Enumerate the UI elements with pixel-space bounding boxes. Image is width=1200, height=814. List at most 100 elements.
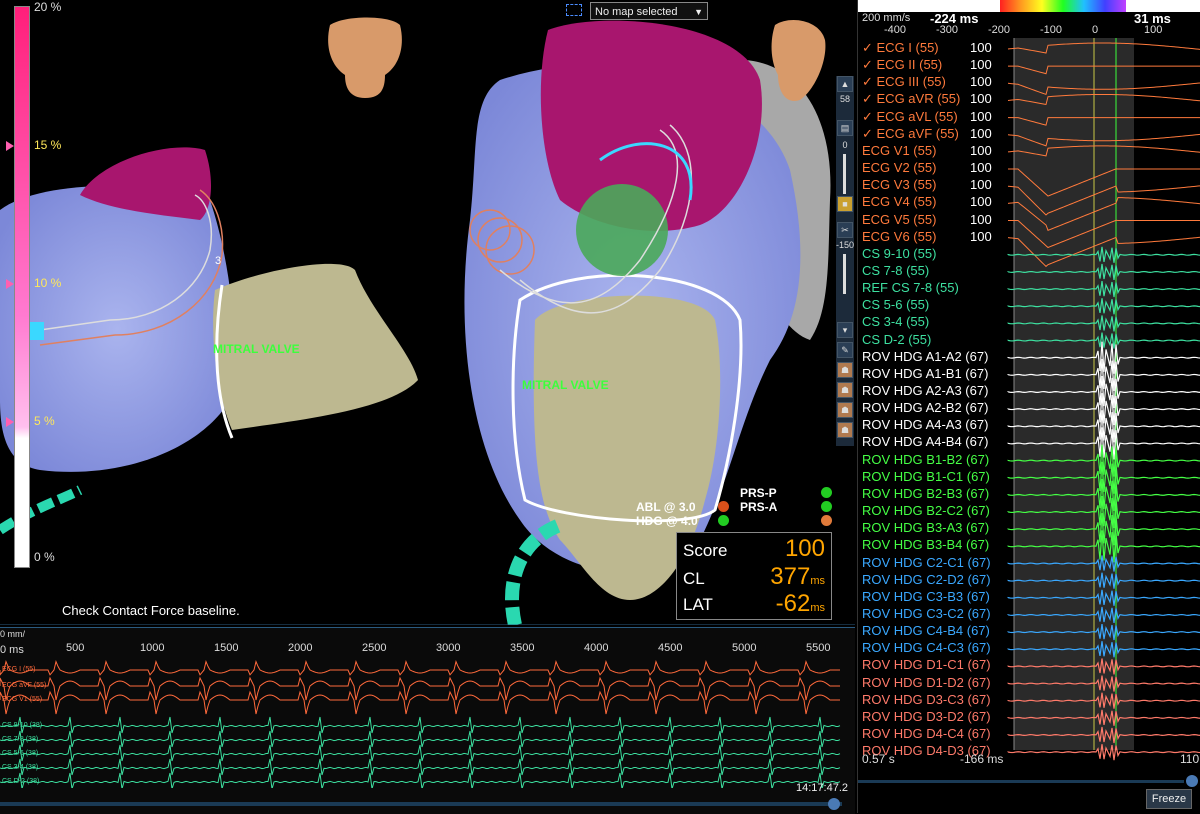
channel-label[interactable]: ROV HDG B2-B3 (67)	[862, 486, 989, 501]
map-viewport[interactable]: 20 % 15 % 10 % 5 % 0 % No map selected ▼…	[0, 0, 855, 625]
prs-a-status-dot	[821, 501, 832, 512]
strip-trace	[0, 730, 841, 748]
strip-ruler-tick: 3000	[436, 642, 461, 654]
scissors-icon[interactable]: ✂	[837, 222, 853, 238]
channel-label[interactable]: ROV HDG C2-D2 (67)	[862, 572, 991, 587]
channel-label[interactable]: ✓ ECG aVL (55)	[862, 109, 958, 125]
channel-label[interactable]: CS 9-10 (55)	[862, 246, 936, 261]
signal-ruler-tick: 100	[1144, 24, 1163, 36]
channel-label[interactable]: CS 7-8 (55)	[862, 263, 929, 278]
channel-label[interactable]: ROV HDG D3-C3 (67)	[862, 692, 991, 707]
channel-label[interactable]: ROV HDG D3-D2 (67)	[862, 709, 991, 724]
torso-orientation-icon[interactable]	[328, 17, 402, 99]
valve-label-right: MITRAL VALVE	[522, 378, 609, 392]
channel-label[interactable]: ROV HDG B3-B4 (67)	[862, 537, 989, 552]
strip-waveforms	[0, 659, 841, 788]
color-range-bar[interactable]	[1000, 0, 1126, 12]
chevron-down-icon[interactable]: ▾	[837, 322, 853, 338]
ablation-sphere	[576, 184, 668, 276]
channel-label[interactable]: ECG V5 (55)	[862, 212, 936, 227]
channel-label[interactable]: ECG V6 (55)	[862, 229, 936, 244]
channel-label[interactable]: ✓ ECG I (55)	[862, 40, 939, 56]
pen-icon[interactable]: ✎	[837, 342, 853, 358]
channel-gain: 100	[970, 57, 992, 73]
channel-label[interactable]: ✓ ECG aVF (55)	[862, 126, 959, 142]
layers-icon[interactable]: ▤	[837, 120, 853, 136]
channel-label[interactable]: ROV HDG B1-C1 (67)	[862, 469, 990, 484]
channel-label[interactable]: ROV HDG C2-C1 (67)	[862, 555, 991, 570]
signal-scrollbar[interactable]	[858, 780, 1184, 783]
lock-icon[interactable]: ■	[837, 196, 853, 212]
channel-label[interactable]: ✓ ECG III (55)	[862, 74, 946, 90]
scale-label-min: 0 %	[34, 550, 55, 564]
channel-label[interactable]: ECG V3 (55)	[862, 177, 936, 192]
zoom-value: 58	[839, 94, 850, 104]
pause-icon[interactable]	[828, 798, 840, 810]
scale-label-max: 20 %	[34, 0, 62, 14]
signal-ruler-tick: -300	[936, 24, 959, 36]
strip-ruler-tick: 2000	[288, 642, 313, 654]
view-toolbar: ▲ 58 ▤ 0 ■ ✂ -150 ▾ ✎ ☗ ☗ ☗ ☗	[836, 76, 854, 446]
channel-label[interactable]: ROV HDG B1-B2 (67)	[862, 452, 989, 467]
channel-gain: 100	[970, 194, 992, 210]
channel-label[interactable]: ROV HDG A1-B1 (67)	[862, 366, 988, 381]
sweep-speed: 200 mm/s	[862, 12, 911, 24]
map-dropdown[interactable]: No map selected ▼	[590, 2, 708, 20]
slider-track[interactable]	[843, 154, 846, 194]
channel-label[interactable]: ✓ ECG II (55)	[862, 57, 942, 73]
channel-label[interactable]: ROV HDG C4-B4 (67)	[862, 623, 990, 638]
strip-timestamp: 14:17:47.2	[796, 782, 848, 794]
channel-label[interactable]: ROV HDG A4-B4 (67)	[862, 434, 988, 449]
strip-ruler-tick: 2500	[362, 642, 387, 654]
slider-bottom-value: -150	[836, 240, 855, 250]
mountain-icon[interactable]: ▲	[837, 76, 853, 92]
strip-ruler-tick: 4500	[658, 642, 683, 654]
strip-scrollbar[interactable]	[0, 802, 842, 806]
pause-icon[interactable]	[1186, 775, 1198, 787]
strip-recording[interactable]: 0 mm/ 0 ms 500 1000 1500 2000 2500 3000 3500 40…	[0, 627, 855, 814]
channel-label[interactable]: ROV HDG C3-C2 (67)	[862, 606, 991, 621]
sheath-left	[0, 485, 83, 535]
scale-label-10: 10 %	[34, 276, 62, 290]
torso-view-icon[interactable]: ☗	[837, 402, 853, 418]
strip-channel-label: CS 7-8 (38)	[2, 736, 39, 743]
channel-label[interactable]: ✓ ECG aVR (55)	[862, 91, 960, 107]
channel-label[interactable]: ROV HDG C3-B3 (67)	[862, 589, 990, 604]
channel-label[interactable]: ROV HDG C4-C3 (67)	[862, 640, 991, 655]
channel-label[interactable]: ROV HDG A2-A3 (67)	[862, 383, 988, 398]
channel-label[interactable]: ROV HDG B3-A3 (67)	[862, 520, 989, 535]
channel-label[interactable]: ROV HDG A1-A2 (67)	[862, 349, 988, 364]
torso-view-icon[interactable]: ☗	[837, 362, 853, 378]
channel-label[interactable]: ROV HDG D1-C1 (67)	[862, 657, 991, 672]
channel-label[interactable]: ROV HDG B2-C2 (67)	[862, 503, 990, 518]
slider-track-2[interactable]	[843, 254, 846, 294]
score-label: Score	[683, 541, 728, 560]
channel-label[interactable]: ECG V1 (55)	[862, 143, 936, 158]
strip-channel-label: ECG V1 (55)	[2, 696, 43, 703]
channel-label[interactable]: ECG V4 (55)	[862, 194, 936, 209]
channel-label[interactable]: ECG V2 (55)	[862, 160, 936, 175]
channel-label[interactable]: CS D-2 (55)	[862, 332, 931, 347]
torso-view-icon[interactable]: ☗	[837, 382, 853, 398]
signal-panel[interactable]: 200 mm/s -224 ms 31 ms -400 -300 -200 -100 0…	[857, 0, 1200, 813]
lat-label: LAT	[683, 595, 713, 614]
channel-label[interactable]: ROV HDG D4-C4 (67)	[862, 726, 991, 741]
channel-label[interactable]: CS 3-4 (55)	[862, 314, 929, 329]
signal-ruler-tick: -400	[884, 24, 907, 36]
channel-label[interactable]: CS 5-6 (55)	[862, 297, 929, 312]
channel-gain: 100	[970, 228, 992, 244]
channel-gain: 100	[970, 91, 992, 107]
strip-trace	[0, 690, 840, 715]
channel-label[interactable]: ROV HDG A4-A3 (67)	[862, 417, 988, 432]
channel-label[interactable]: REF CS 7-8 (55)	[862, 280, 959, 295]
channel-label[interactable]: ROV HDG A2-B2 (67)	[862, 400, 988, 415]
map-select-icon[interactable]	[566, 4, 582, 16]
strip-channel-label: CS 9-10 (38)	[2, 722, 43, 729]
strip-channel-label: CS 5-6 (38)	[2, 750, 39, 757]
channel-label[interactable]: ROV HDG D1-D2 (67)	[862, 675, 991, 690]
torso-view-icon[interactable]: ☗	[837, 422, 853, 438]
freeze-button[interactable]: Freeze	[1146, 789, 1192, 809]
scale-label-15: 15 %	[34, 138, 62, 152]
strip-ruler-tick: 5000	[732, 642, 757, 654]
channel-gain: 100	[970, 108, 992, 124]
